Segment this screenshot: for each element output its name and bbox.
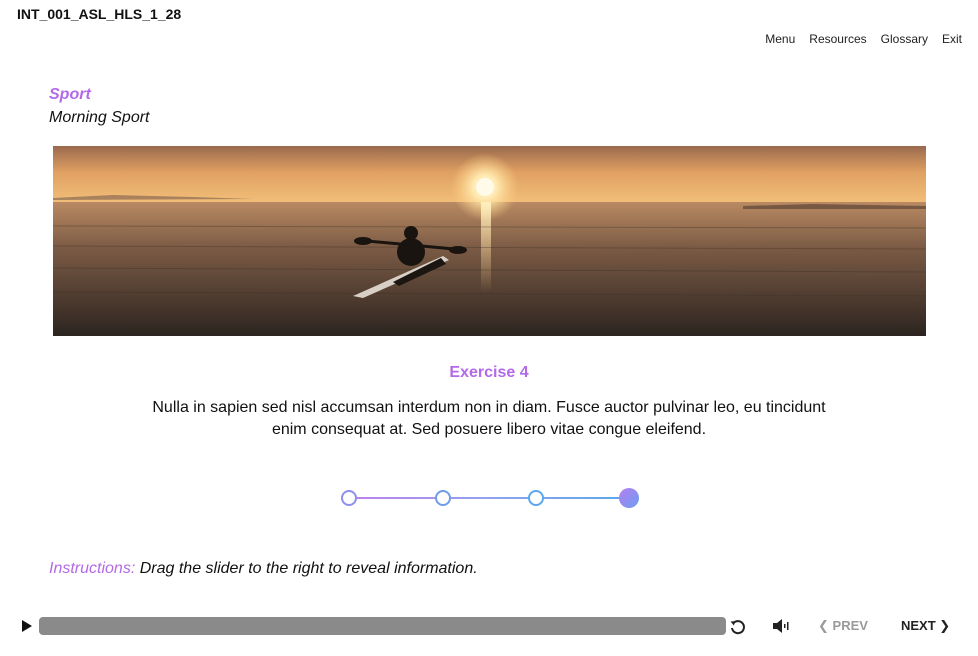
prev-label: PREV xyxy=(832,618,868,633)
hero-image-kayak-sunset xyxy=(53,146,926,336)
slider-handle[interactable] xyxy=(619,488,639,508)
slider-stop-1[interactable] xyxy=(341,490,357,506)
progress-bar[interactable] xyxy=(39,617,726,635)
menu-link[interactable]: Menu xyxy=(765,32,795,46)
instructions: Instructions: Drag the slider to the rig… xyxy=(49,560,478,578)
top-nav: Menu Resources Glossary Exit xyxy=(765,32,962,46)
replay-icon[interactable] xyxy=(729,618,747,636)
prev-button[interactable]: ❮ PREV xyxy=(818,618,868,634)
exercise-body-text: Nulla in sapien sed nisl accumsan interd… xyxy=(152,399,826,438)
exercise-title: Exercise 4 xyxy=(449,364,529,381)
exit-link[interactable]: Exit xyxy=(942,32,962,46)
slider-stop-3[interactable] xyxy=(528,490,544,506)
next-button[interactable]: NEXT ❯ xyxy=(901,618,950,634)
subtopic-title: Morning Sport xyxy=(49,109,150,126)
topic-title: Sport xyxy=(49,86,91,103)
instructions-label: Instructions: xyxy=(49,560,136,577)
player-bar: ❮ PREV NEXT ❯ xyxy=(0,612,978,640)
glossary-link[interactable]: Glossary xyxy=(881,32,928,46)
chevron-left-icon: ❮ xyxy=(818,618,829,633)
chevron-right-icon: ❯ xyxy=(939,618,951,633)
play-icon[interactable] xyxy=(20,618,34,634)
next-label: NEXT xyxy=(901,618,936,633)
volume-icon[interactable] xyxy=(772,618,790,634)
resources-link[interactable]: Resources xyxy=(809,32,866,46)
reveal-slider[interactable] xyxy=(340,486,640,510)
course-id: INT_001_ASL_HLS_1_28 xyxy=(17,6,182,22)
slider-track xyxy=(348,497,630,499)
slider-stop-2[interactable] xyxy=(435,490,451,506)
instructions-text: Drag the slider to the right to reveal i… xyxy=(139,560,478,577)
